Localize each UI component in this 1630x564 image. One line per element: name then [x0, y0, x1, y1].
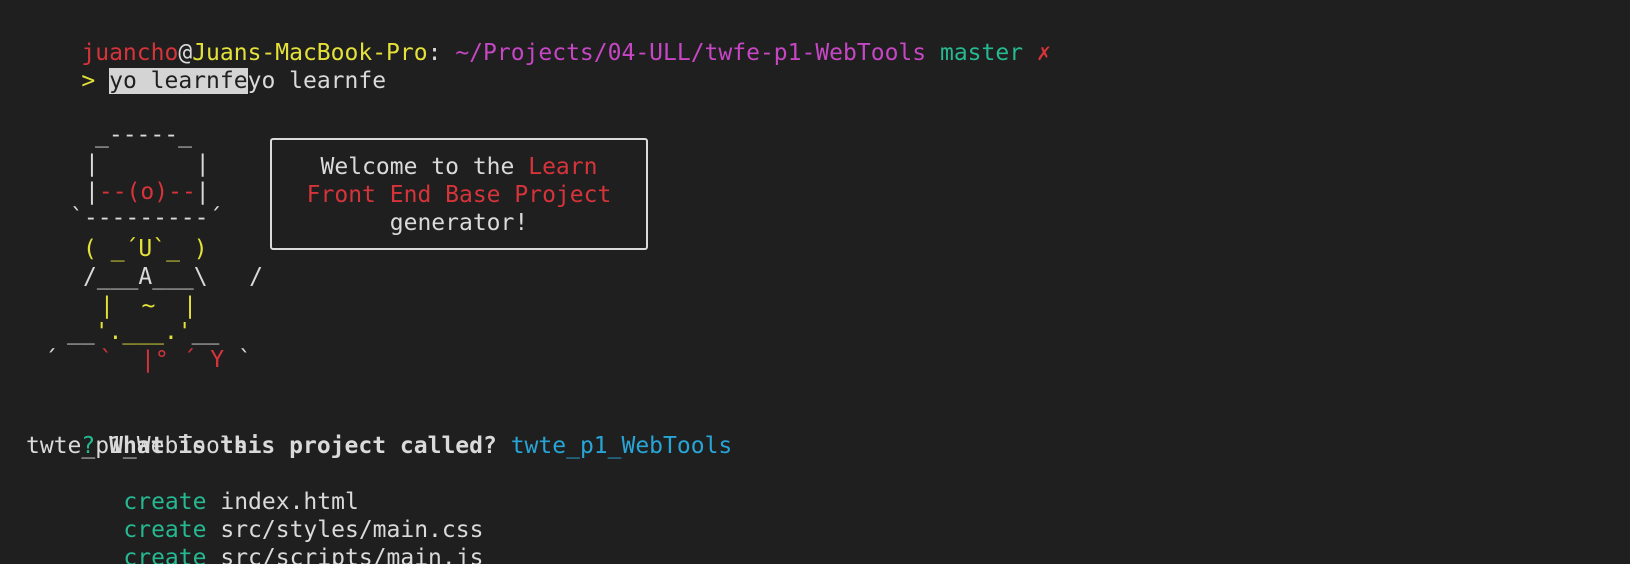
create-action: create: [123, 545, 207, 564]
welcome-line-3: generator!: [389, 210, 529, 236]
command-arrow: >: [81, 68, 96, 94]
robot-line-4: `---------´: [70, 205, 223, 231]
created-file-path: src/scripts/main.js: [220, 545, 484, 564]
terminal-window[interactable]: juancho@Juans-MacBook-Pro: ~/Projects/04…: [0, 0, 1630, 564]
project-name-output: twte_p1_WebTools: [26, 433, 248, 459]
robot-line-5: ( _´U`_ ): [83, 236, 208, 262]
robot-line-6: /___A___\ /: [83, 264, 264, 290]
prompt-colon: :: [427, 40, 442, 66]
create-file-row: create index.html: [68, 460, 358, 515]
prompt-branch: master: [939, 40, 1024, 66]
prompt-path: ~/Projects/04-ULL/twfe-p1-WebTools: [455, 40, 927, 66]
robot-line-9: ´ ` |° ´ Y `: [44, 347, 252, 373]
question-line: ? What is this project called? twte_p1_W…: [26, 404, 732, 459]
create-file-row: create src/scripts/main.js: [68, 516, 483, 564]
create-file-row: create src/styles/main.css: [68, 488, 483, 543]
robot-line-3: |--(o)--|: [85, 179, 210, 205]
question-answer: twte_p1_WebTools: [510, 433, 733, 459]
welcome-line-1: Welcome to the Learn: [320, 154, 598, 180]
prompt-dirty-mark: ✗: [1036, 40, 1051, 66]
welcome-line-2: Front End Base Project: [306, 182, 612, 208]
robot-line-2: | |: [85, 151, 210, 177]
welcome-speech-bubble: Welcome to the Learn Front End Base Proj…: [270, 138, 648, 250]
robot-line-8: __'.___.'__: [67, 319, 220, 345]
shell-prompt: juancho@Juans-MacBook-Pro: ~/Projects/04…: [26, 11, 1050, 66]
command-line[interactable]: > yo learnfeyo learnfe: [26, 39, 386, 94]
robot-line-7: | ~ |: [100, 293, 197, 319]
robot-line-1: _-----_: [95, 122, 192, 148]
command-selected-text[interactable]: yo learnfe: [109, 68, 248, 94]
command-echo-text: yo learnfe: [247, 68, 387, 94]
